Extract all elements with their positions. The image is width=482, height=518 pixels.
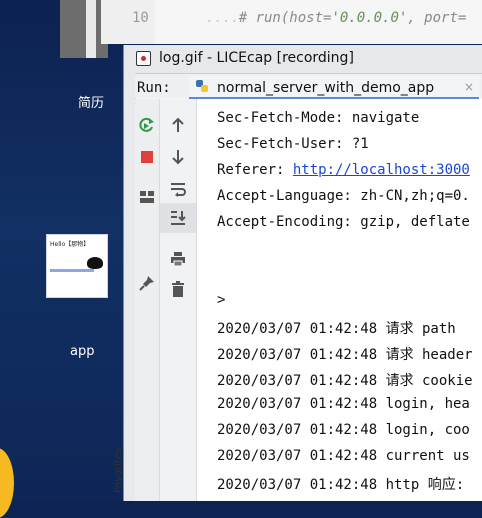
referer-link[interactable]: http://localhost:3000 [293,162,470,178]
console-line: 2020/03/07 01:42:48 请求 cookie [217,373,473,389]
record-icon [136,51,151,66]
console-line: 2020/03/07 01:42:48 login, coo [217,422,470,438]
soft-wrap-icon[interactable] [168,179,188,199]
run-tab-title: normal_server_with_demo_app [217,80,435,96]
console-line: Sec-Fetch-Mode: navigate [217,110,420,126]
console-toolbar [160,99,197,501]
desktop-icon-label-resume[interactable]: 简历 [78,92,104,111]
console-line-prefix: Referer: [217,162,293,178]
print-icon[interactable] [168,249,188,269]
run-label: Run: [137,80,171,96]
console-line: Referer: http://localhost:3000 [217,162,470,178]
desktop-icon-label-app[interactable]: app [70,344,94,359]
python-icon [196,80,208,92]
close-icon[interactable]: × [464,80,474,94]
code-line: ....# run(host='0.0.0.0', port= [205,10,466,26]
console-line: Sec-Fetch-User: ?1 [217,136,369,152]
console-line: 2020/03/07 01:42:48 请求 header [217,347,473,363]
run-tab[interactable]: normal_server_with_demo_app × [189,76,479,100]
console-line: Accept-Encoding: gzip, deflate [217,214,470,230]
scroll-down-icon[interactable] [168,147,188,167]
code-tail: , port= [407,10,467,26]
thumbnail-title: Hello【那物】 [50,241,90,248]
layout-icon[interactable] [137,187,157,207]
code-indent: .... [205,10,239,26]
rerun-icon[interactable] [137,115,157,135]
run-toolbar: Run: normal_server_with_demo_app × [135,74,482,100]
licecap-titlebar[interactable]: log.gif - LICEcap [recording] [124,45,482,74]
favorites-label[interactable]: Favorites [113,448,124,493]
desktop-thumbnail-icon[interactable]: Hello【那物】 [46,234,108,298]
trash-icon[interactable] [168,279,188,299]
pin-icon[interactable] [137,273,157,293]
console-line: 2020/03/07 01:42:48 请求 path [217,321,456,337]
code-string: '0.0.0.0' [331,10,408,26]
run-actions-toolbar [135,99,160,501]
console-line: 2020/03/07 01:42:48 current us [217,448,470,464]
console-line: 2020/03/07 01:42:48 http 响应: [217,477,465,493]
stop-icon[interactable] [137,147,157,167]
thumbnail-links [50,269,94,272]
scroll-to-end-icon[interactable] [160,203,196,233]
console-line: 2020/03/07 01:42:48 login, hea [217,396,470,412]
scroll-up-icon[interactable] [168,115,188,135]
console-line: Accept-Language: zh-CN,zh;q=0. [217,188,470,204]
licecap-window[interactable]: log.gif - LICEcap [recording] Favorites … [113,45,482,501]
console-line: > [217,292,226,308]
code-fn: run(host= [255,10,332,26]
panda-icon [87,257,103,269]
licecap-title: log.gif - LICEcap [recording] [159,50,354,66]
console-output[interactable]: Sec-Fetch-Mode: navigate Sec-Fetch-User:… [197,99,482,501]
code-comment-hash: # [238,10,256,26]
line-number: 10 [132,10,149,26]
